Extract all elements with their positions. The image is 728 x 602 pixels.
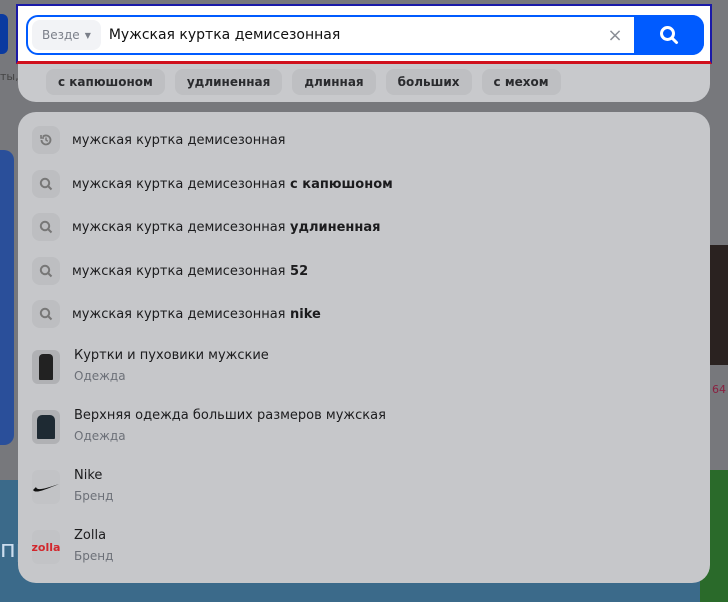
- search-bar-area: Везде ▼ Мужская куртка демисезонная ×: [16, 4, 712, 64]
- background-product-image: [708, 245, 728, 365]
- suggestion-item[interactable]: мужская куртка демисезонная nike: [32, 300, 321, 328]
- chip[interactable]: удлиненная: [174, 69, 283, 95]
- chip[interactable]: с мехом: [481, 69, 561, 95]
- search-icon: [32, 300, 60, 328]
- suggestion-extra: 52: [285, 263, 309, 279]
- category-item[interactable]: Куртки и пуховики мужские Одежда: [32, 348, 269, 384]
- search-query[interactable]: Мужская куртка демисезонная: [109, 27, 600, 43]
- suggestion-extra: с капюшоном: [285, 176, 393, 192]
- background-banner-left: [0, 150, 14, 445]
- suggestion-text: мужская куртка демисезонная: [72, 132, 286, 148]
- search-icon: [660, 26, 678, 44]
- brand-item[interactable]: Nike Бренд: [32, 468, 113, 504]
- chip[interactable]: с капюшоном: [46, 69, 165, 95]
- outerwear-thumbnail: [32, 410, 60, 444]
- jacket-thumbnail: [32, 350, 60, 384]
- suggestion-extra: nike: [285, 306, 321, 322]
- chip[interactable]: больших: [385, 69, 472, 95]
- zolla-logo-icon: zolla: [32, 530, 60, 564]
- category-title: Верхняя одежда больших размеров мужская: [74, 408, 386, 423]
- category-subtitle: Одежда: [74, 429, 126, 443]
- search-button[interactable]: [634, 15, 704, 55]
- nike-logo-icon: [32, 470, 60, 504]
- quick-filter-chips: с капюшоном удлиненная длинная больших с…: [46, 69, 561, 95]
- category-subtitle: Одежда: [74, 369, 126, 383]
- search-icon: [32, 213, 60, 241]
- scope-label: Везде: [42, 28, 80, 42]
- suggestion-item[interactable]: мужская куртка демисезонная 52: [32, 257, 308, 285]
- search-input[interactable]: Везде ▼ Мужская куртка демисезонная ×: [26, 15, 704, 55]
- background-left-button: [0, 14, 8, 54]
- suggestion-text: мужская куртка демисезонная: [72, 219, 286, 235]
- background-price: 64: [712, 383, 726, 396]
- suggestion-extra: удлиненная: [285, 219, 381, 235]
- category-item[interactable]: Верхняя одежда больших размеров мужская О…: [32, 408, 386, 444]
- suggestion-text: мужская куртка демисезонная: [72, 176, 286, 192]
- suggestion-text: мужская куртка демисезонная: [72, 263, 286, 279]
- brand-title: Nike: [74, 468, 103, 483]
- category-title: Куртки и пуховики мужские: [74, 348, 269, 363]
- history-icon: [32, 126, 60, 154]
- background-text: ты,: [0, 70, 19, 83]
- suggestion-item[interactable]: мужская куртка демисезонная удлиненная: [32, 213, 381, 241]
- brand-item[interactable]: zolla Zolla Бренд: [32, 528, 113, 564]
- brand-title: Zolla: [74, 528, 107, 543]
- search-icon: [32, 170, 60, 198]
- search-icon: [32, 257, 60, 285]
- chevron-down-icon: ▼: [84, 30, 91, 40]
- brand-subtitle: Бренд: [74, 549, 114, 563]
- chip[interactable]: длинная: [292, 69, 376, 95]
- clear-icon[interactable]: ×: [600, 25, 630, 46]
- brand-subtitle: Бренд: [74, 489, 114, 503]
- suggestion-text: мужская куртка демисезонная: [72, 306, 286, 322]
- suggestion-item[interactable]: мужская куртка демисезонная с капюшоном: [32, 170, 393, 198]
- suggestions-dropdown: мужская куртка демисезонная мужская курт…: [18, 112, 710, 583]
- scope-dropdown[interactable]: Везде ▼: [32, 20, 101, 50]
- suggestion-item[interactable]: мужская куртка демисезонная: [32, 126, 286, 154]
